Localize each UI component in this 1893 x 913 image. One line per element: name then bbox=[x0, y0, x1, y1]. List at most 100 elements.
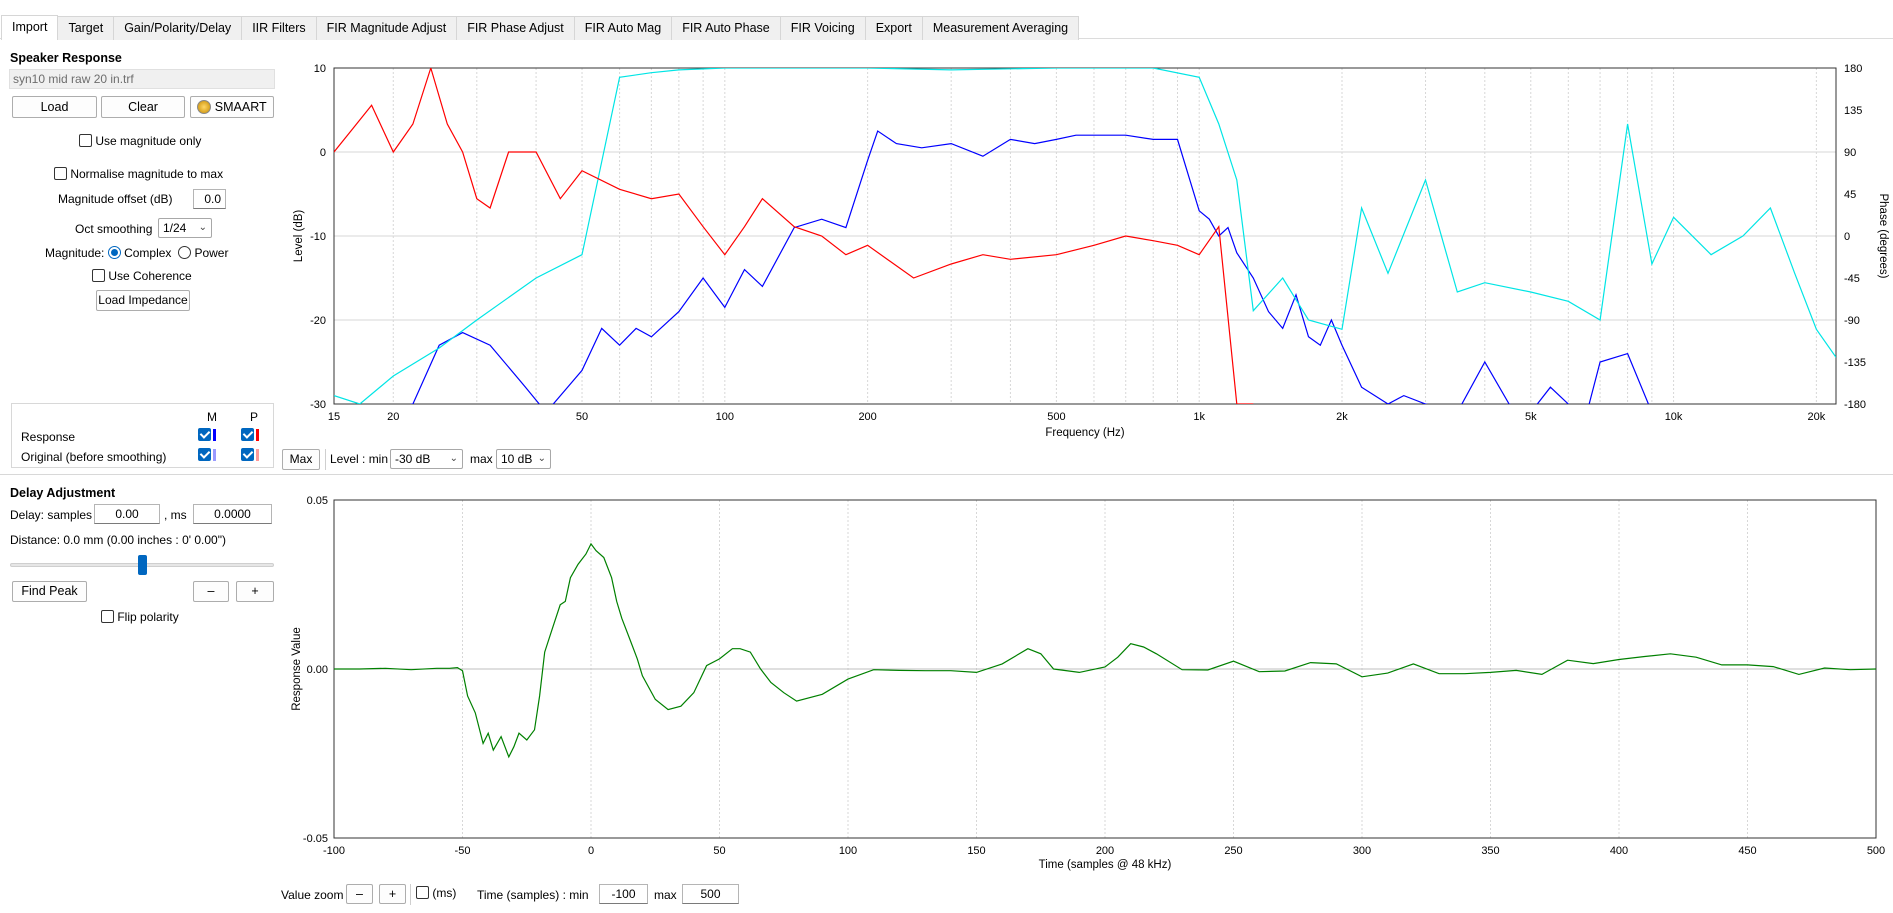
tab-gain-polarity-delay[interactable]: Gain/Polarity/Delay bbox=[113, 16, 243, 40]
power-label: Power bbox=[194, 246, 229, 260]
load-button[interactable]: Load bbox=[12, 96, 97, 118]
y-axis-label: Level (dB) bbox=[293, 210, 305, 263]
x-tick-label: 5k bbox=[1525, 411, 1537, 423]
delay-ms-label: , ms bbox=[164, 508, 187, 522]
tab-fir-voicing[interactable]: FIR Voicing bbox=[779, 16, 866, 40]
level-min-value: -30 dB bbox=[395, 452, 431, 466]
y2-tick-label: 0 bbox=[1844, 231, 1850, 243]
legend-m-toggle[interactable] bbox=[198, 428, 216, 442]
smaart-button[interactable]: SMAART bbox=[190, 96, 274, 118]
magnitude-mode-label: Magnitude: bbox=[45, 246, 105, 260]
complex-radio[interactable] bbox=[107, 246, 121, 259]
tab-iir-filters[interactable]: IIR Filters bbox=[241, 16, 317, 40]
clear-button[interactable]: Clear bbox=[101, 96, 185, 118]
y-tick-label: 0.05 bbox=[307, 495, 328, 507]
flip-polarity-label: Flip polarity bbox=[117, 610, 179, 624]
tab-fir-phase-adjust[interactable]: FIR Phase Adjust bbox=[456, 16, 575, 40]
impulse-response-chart: 0.05 0.00 -0.05-100 -50 0 50 100 150 200 250 300 35… bbox=[291, 495, 1885, 871]
legend-m-swatch bbox=[213, 429, 216, 441]
complex-label: Complex bbox=[124, 246, 172, 260]
y2-tick-label: -90 bbox=[1844, 315, 1860, 327]
flip-polarity-checkbox[interactable] bbox=[101, 610, 114, 623]
zoom-plus-button[interactable]: + bbox=[379, 884, 406, 904]
use-coherence[interactable]: Use Coherence bbox=[92, 269, 192, 283]
legend-p-toggle[interactable] bbox=[241, 428, 259, 442]
x-tick-label: 20 bbox=[387, 411, 399, 423]
x-tick-label: 200 bbox=[858, 411, 876, 423]
magnitude-offset-input[interactable]: 0.0 bbox=[193, 189, 226, 209]
delay-samples-input[interactable]: 0.00 bbox=[94, 504, 160, 524]
section-divider bbox=[0, 474, 1893, 475]
filename-field: syn10 mid raw 20 in.trf bbox=[9, 69, 275, 89]
x-tick-label: 15 bbox=[328, 411, 340, 423]
normalise-checkbox[interactable] bbox=[54, 167, 67, 180]
normalise-magnitude[interactable]: Normalise magnitude to max bbox=[54, 167, 223, 181]
x-tick-label: 200 bbox=[1096, 845, 1114, 857]
legend-p-checkbox[interactable] bbox=[241, 428, 254, 441]
tab-fir-magnitude-adjust[interactable]: FIR Magnitude Adjust bbox=[315, 16, 458, 40]
x-tick-label: 2k bbox=[1336, 411, 1348, 423]
tab-export[interactable]: Export bbox=[864, 16, 923, 40]
tab-fir-auto-phase[interactable]: FIR Auto Phase bbox=[671, 16, 781, 40]
use-magnitude-only-checkbox[interactable] bbox=[79, 134, 92, 147]
level-min-select[interactable]: -30 dB ⌄ bbox=[390, 449, 463, 469]
ms-toggle[interactable]: (ms) bbox=[416, 886, 456, 900]
y-tick-label: -10 bbox=[310, 231, 326, 243]
x-tick-label: 1k bbox=[1193, 411, 1205, 423]
tab-measurement-averaging[interactable]: Measurement Averaging bbox=[921, 16, 1080, 40]
y-tick-label: 0.00 bbox=[307, 664, 328, 676]
legend-p-swatch bbox=[256, 449, 259, 461]
legend-col-m: M bbox=[207, 410, 217, 424]
find-peak-button[interactable]: Find Peak bbox=[12, 581, 87, 602]
flip-polarity[interactable]: Flip polarity bbox=[101, 610, 179, 624]
smaart-icon bbox=[197, 100, 212, 114]
y2-tick-label: -180 bbox=[1844, 399, 1866, 411]
y2-tick-label: -45 bbox=[1844, 273, 1860, 285]
use-coherence-label: Use Coherence bbox=[108, 269, 192, 283]
level-max-value: 10 dB bbox=[501, 452, 533, 466]
use-magnitude-only[interactable]: Use magnitude only bbox=[79, 134, 201, 148]
oct-smoothing-label: Oct smoothing bbox=[75, 222, 153, 236]
delay-ms-input[interactable]: 0.0000 bbox=[193, 504, 272, 524]
zoom-minus-button[interactable]: – bbox=[346, 884, 373, 904]
frequency-response-chart: 100-10-20-3018013590450-45-90-135-18015 2… bbox=[293, 63, 1889, 439]
divider bbox=[410, 884, 411, 905]
delay-slider-thumb[interactable] bbox=[137, 555, 147, 575]
tab-import[interactable]: Import bbox=[1, 15, 59, 40]
legend-row-label: Response bbox=[21, 430, 76, 444]
chevron-down-icon: ⌄ bbox=[198, 222, 207, 233]
y2-tick-label: 45 bbox=[1844, 189, 1856, 201]
x-tick-label: 10k bbox=[1665, 411, 1683, 423]
x-tick-label: 0 bbox=[588, 845, 594, 857]
use-coherence-checkbox[interactable] bbox=[92, 269, 105, 282]
magnitude-offset-label: Magnitude offset (dB) bbox=[58, 192, 173, 206]
ms-label: (ms) bbox=[432, 886, 457, 900]
speaker-response-heading: Speaker Response bbox=[10, 51, 122, 65]
value-zoom-label: Value zoom bbox=[281, 888, 344, 902]
oct-smoothing-select[interactable]: 1/24 ⌄ bbox=[158, 218, 212, 238]
x-tick-label: 500 bbox=[1047, 411, 1065, 423]
delay-minus-button[interactable]: – bbox=[193, 581, 229, 602]
y2-tick-label: 135 bbox=[1844, 105, 1862, 117]
tab-fir-auto-mag[interactable]: FIR Auto Mag bbox=[573, 16, 673, 40]
level-max-select[interactable]: 10 dB ⌄ bbox=[496, 449, 551, 469]
time-max-input[interactable]: 500 bbox=[682, 884, 739, 904]
x-tick-label: 100 bbox=[716, 411, 734, 423]
ms-checkbox[interactable] bbox=[416, 886, 429, 899]
y-tick-label: 0 bbox=[320, 147, 326, 159]
y2-tick-label: -135 bbox=[1844, 357, 1866, 369]
tab-target[interactable]: Target bbox=[57, 16, 115, 40]
legend-p-checkbox[interactable] bbox=[241, 448, 254, 461]
delay-plus-button[interactable]: + bbox=[236, 581, 274, 602]
legend-m-checkbox[interactable] bbox=[198, 448, 211, 461]
legend-p-toggle[interactable] bbox=[241, 448, 259, 462]
legend-m-checkbox[interactable] bbox=[198, 428, 211, 441]
load-impedance-button[interactable]: Load Impedance bbox=[96, 290, 190, 311]
time-min-input[interactable]: -100 bbox=[599, 884, 648, 904]
delay-samples-label: Delay: samples bbox=[10, 508, 93, 522]
use-magnitude-only-label: Use magnitude only bbox=[95, 134, 202, 148]
legend-m-toggle[interactable] bbox=[198, 448, 216, 462]
y-tick-label: -30 bbox=[310, 399, 326, 411]
max-button[interactable]: Max bbox=[282, 449, 320, 470]
power-radio[interactable] bbox=[178, 246, 192, 259]
